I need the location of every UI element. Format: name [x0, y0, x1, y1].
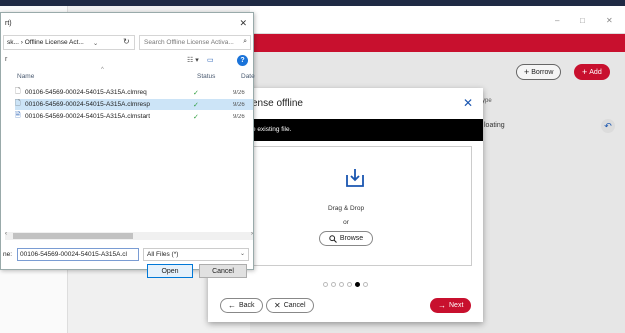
file-type-select[interactable]: All Files (*) ⌄	[143, 248, 249, 261]
window-close-button[interactable]: ✕	[606, 16, 613, 25]
sync-status-icon: ✓	[193, 101, 199, 109]
name-column-header[interactable]: Name	[17, 73, 34, 80]
add-label: Add	[589, 68, 602, 76]
add-button[interactable]: + Add	[574, 64, 610, 80]
cancel-label: Cancel	[283, 302, 306, 309]
file-name: 00106-54569-00024-54015-A315A.clmreq	[25, 89, 147, 96]
address-path: sk... › Offline License Act...	[7, 39, 84, 46]
next-button[interactable]: → Next	[430, 298, 472, 313]
filetype-value: All Files (*)	[147, 251, 179, 258]
search-input[interactable]: Search Offline License Activa... ⌕	[139, 35, 251, 50]
dialog-close-icon[interactable]: ✕	[239, 18, 247, 29]
step-dot	[331, 282, 336, 287]
file-name: 00106-54569-00024-54015-A315A.clmresp	[25, 101, 151, 108]
file-icon: 🗋	[15, 88, 21, 95]
scrollbar-thumb[interactable]	[13, 233, 133, 239]
file-icon: 🗎	[15, 112, 21, 119]
browse-button[interactable]: Browse	[319, 231, 373, 246]
browse-label: Browse	[339, 235, 364, 242]
open-button[interactable]: Open	[147, 264, 193, 278]
refresh-icon[interactable]: ↻	[123, 37, 130, 46]
plus-icon: +	[524, 67, 530, 77]
file-row[interactable]: 🗎 00106-54569-00024-54015-A315A.clmstart…	[15, 111, 253, 122]
organize-menu[interactable]: r	[5, 56, 7, 63]
step-dot	[323, 282, 328, 287]
dialog-cancel-button[interactable]: Cancel	[199, 264, 247, 278]
close-icon: ✕	[274, 301, 281, 310]
file-name: 00106-54569-00024-54015-A315A.clmstart	[25, 113, 151, 120]
date-column-header[interactable]: Date	[241, 73, 255, 80]
preview-pane-icon[interactable]: ▭	[207, 56, 214, 64]
file-date: 9/26	[233, 101, 245, 108]
undo-icon[interactable]: ↶	[601, 119, 615, 133]
filename-value: 00106-54569-00024-54015-A315A.cl	[20, 251, 127, 258]
file-icon: 🗋	[15, 100, 21, 107]
next-label: Next	[449, 302, 464, 309]
back-label: Back	[239, 302, 255, 309]
cancel-button[interactable]: ✕ Cancel	[266, 298, 314, 313]
step-indicator	[208, 282, 483, 287]
step-dot-active	[355, 282, 360, 287]
scroll-left-icon[interactable]: ‹	[5, 231, 7, 237]
scroll-right-icon[interactable]: ›	[251, 231, 253, 237]
file-date: 9/26	[233, 89, 245, 96]
drag-drop-text: Drag & Drop	[327, 205, 365, 212]
maximize-button[interactable]: □	[580, 16, 585, 25]
file-date: 9/26	[233, 113, 245, 120]
search-icon: ⌕	[243, 38, 247, 45]
sync-status-icon: ✓	[193, 89, 199, 97]
chevron-down-icon[interactable]: ⌄	[93, 39, 98, 47]
sort-ascending-icon: ^	[101, 67, 104, 73]
app-header-bar	[250, 34, 625, 52]
arrow-left-icon: ←	[228, 301, 236, 310]
type-column-header: ype	[482, 98, 492, 104]
open-label: Open	[161, 267, 179, 275]
step-dot	[339, 282, 344, 287]
back-button[interactable]: ← Back	[220, 298, 263, 313]
filename-label: ne:	[3, 251, 13, 258]
address-bar[interactable]: sk... › Offline License Act... ⌄	[3, 35, 135, 50]
filename-input[interactable]: 00106-54569-00024-54015-A315A.cl	[17, 248, 139, 261]
app-titlebar: – □ ✕	[250, 6, 625, 34]
minimize-button[interactable]: –	[555, 16, 559, 25]
help-icon[interactable]: ?	[237, 55, 248, 66]
file-row[interactable]: 🗋 00106-54569-00024-54015-A315A.clmreq ✓…	[15, 87, 253, 98]
download-icon	[346, 169, 364, 187]
status-column-header[interactable]: Status	[197, 73, 215, 80]
step-dot	[347, 282, 352, 287]
file-row-selected[interactable]: 🗋 00106-54569-00024-54015-A315A.clmresp …	[15, 99, 253, 110]
borrow-button[interactable]: + Borrow	[516, 64, 562, 80]
dialog-title: rt)	[5, 20, 12, 27]
plus-icon: +	[582, 67, 588, 77]
file-dropzone[interactable]: Drag & Drop or Browse	[220, 146, 472, 266]
close-icon[interactable]: ✕	[463, 96, 473, 110]
search-placeholder: Search Offline License Activa...	[144, 39, 234, 46]
sync-status-icon: ✓	[193, 113, 199, 121]
dialog-cancel-label: Cancel	[212, 267, 234, 275]
file-open-dialog: rt) ✕ sk... › Offline License Act... ⌄ ↻…	[0, 12, 255, 278]
dialog-toolbar: r ☷ ▾ ▭ ?	[1, 55, 253, 69]
chevron-down-icon: ⌄	[239, 251, 245, 257]
step-dot	[363, 282, 368, 287]
view-options-icon[interactable]: ☷ ▾	[187, 56, 199, 64]
license-type-cell: loating	[484, 122, 505, 129]
borrow-label: Borrow	[531, 68, 554, 76]
horizontal-scrollbar[interactable]: ‹ ›	[5, 231, 253, 240]
modal-title: ense offline	[252, 98, 303, 109]
arrow-right-icon: →	[438, 301, 446, 310]
search-icon	[329, 234, 337, 243]
info-text: e existing file.	[252, 126, 292, 133]
or-text: or	[343, 219, 349, 226]
